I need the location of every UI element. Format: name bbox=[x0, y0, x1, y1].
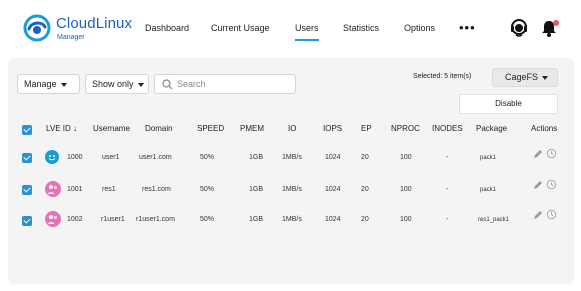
col-ep[interactable]: EP bbox=[361, 124, 372, 133]
cell-pmem: 1GB bbox=[249, 216, 264, 223]
cell-inodes: - bbox=[446, 154, 449, 161]
cell-lve-id: 1000 bbox=[67, 154, 83, 161]
col-username[interactable]: Username bbox=[93, 124, 130, 133]
cell-domain: user1.com bbox=[139, 154, 172, 161]
support-icon[interactable] bbox=[510, 18, 528, 38]
cell-domain: res1.com bbox=[142, 186, 171, 193]
manage-dropdown[interactable]: Manage bbox=[17, 74, 80, 94]
nav-statistics[interactable]: Statistics bbox=[343, 23, 379, 33]
edit-icon[interactable] bbox=[533, 210, 543, 220]
disable-menu-item[interactable]: Disable bbox=[459, 94, 558, 114]
cagefs-label: CageFS bbox=[505, 72, 539, 82]
edit-icon[interactable] bbox=[533, 149, 543, 159]
show-only-dropdown[interactable]: Show only bbox=[85, 74, 149, 94]
selected-count: Selected: 5 item(s) bbox=[413, 73, 472, 80]
user-avatar-icon bbox=[45, 150, 59, 164]
col-inodes[interactable]: INODES bbox=[432, 124, 463, 133]
cell-ep: 20 bbox=[361, 216, 369, 223]
cell-nproc: 100 bbox=[400, 216, 412, 223]
cell-pmem: 1GB bbox=[249, 154, 264, 161]
cell-username: res1 bbox=[102, 186, 116, 193]
cell-iops: 1024 bbox=[325, 154, 341, 161]
reseller-avatar-icon bbox=[45, 181, 61, 197]
history-icon[interactable] bbox=[546, 148, 557, 159]
nav-options[interactable]: Options bbox=[404, 23, 435, 33]
cell-package: pack1 bbox=[480, 187, 497, 193]
notification-badge bbox=[553, 20, 559, 26]
top-bar: CloudLinux Manager Dashboard Current Usa… bbox=[0, 0, 581, 58]
brand-name: CloudLinux bbox=[56, 15, 133, 32]
select-all-checkbox[interactable] bbox=[22, 125, 32, 135]
col-nproc[interactable]: NPROC bbox=[391, 124, 420, 133]
cell-pmem: 1GB bbox=[249, 186, 264, 193]
cell-iops: 1024 bbox=[325, 186, 341, 193]
row-checkbox[interactable] bbox=[22, 185, 32, 195]
search-input[interactable] bbox=[177, 77, 289, 91]
nav-dashboard[interactable]: Dashboard bbox=[145, 23, 189, 33]
manage-label: Manage bbox=[24, 79, 57, 89]
brand-subtitle: Manager bbox=[57, 34, 85, 41]
cell-lve-id: 1002 bbox=[67, 216, 83, 223]
cell-inodes: - bbox=[446, 186, 449, 193]
cloudlinux-logo[interactable]: CloudLinux Manager bbox=[22, 11, 132, 47]
cell-io: 1MB/s bbox=[282, 216, 302, 223]
more-menu-icon[interactable]: ••• bbox=[459, 20, 476, 35]
reseller-avatar-icon bbox=[45, 211, 61, 227]
search-icon bbox=[162, 79, 173, 90]
cell-speed: 50% bbox=[200, 186, 215, 193]
cell-io: 1MB/s bbox=[282, 154, 302, 161]
cell-domain: r1user1.com bbox=[136, 216, 175, 223]
nav-current-usage[interactable]: Current Usage bbox=[211, 23, 270, 33]
edit-icon[interactable] bbox=[533, 180, 543, 190]
cell-iops: 1024 bbox=[325, 216, 341, 223]
cell-username: user1 bbox=[102, 154, 120, 161]
cell-package: pack1 bbox=[480, 155, 497, 161]
col-actions: Actions bbox=[531, 124, 558, 133]
search-box[interactable] bbox=[154, 74, 296, 94]
nav-users[interactable]: Users bbox=[295, 23, 319, 41]
col-io[interactable]: IO bbox=[288, 124, 296, 133]
cell-ep: 20 bbox=[361, 186, 369, 193]
row-checkbox[interactable] bbox=[22, 153, 32, 163]
cell-username: r1user1 bbox=[101, 216, 125, 223]
cell-package: res1_pack1 bbox=[478, 217, 510, 223]
chevron-down-icon bbox=[60, 82, 67, 87]
cell-nproc: 100 bbox=[400, 154, 412, 161]
show-only-label: Show only bbox=[92, 79, 134, 89]
col-domain[interactable]: Domain bbox=[145, 124, 173, 133]
col-iops[interactable]: IOPS bbox=[323, 124, 342, 133]
cell-inodes: - bbox=[446, 216, 449, 223]
history-icon[interactable] bbox=[546, 179, 557, 190]
cagefs-dropdown[interactable]: CageFS bbox=[492, 68, 558, 87]
history-icon[interactable] bbox=[546, 209, 557, 220]
col-package[interactable]: Package bbox=[476, 124, 507, 133]
cell-io: 1MB/s bbox=[282, 186, 302, 193]
row-checkbox[interactable] bbox=[22, 216, 32, 226]
cell-speed: 50% bbox=[200, 216, 215, 223]
cell-speed: 50% bbox=[200, 154, 215, 161]
col-lve-id[interactable]: LVE ID ↓ bbox=[46, 124, 77, 133]
chevron-down-icon bbox=[137, 82, 144, 87]
cell-lve-id: 1001 bbox=[67, 186, 83, 193]
cell-nproc: 100 bbox=[400, 186, 412, 193]
cloudlinux-logo-icon bbox=[23, 14, 51, 42]
cell-ep: 20 bbox=[361, 154, 369, 161]
chevron-down-icon bbox=[542, 75, 549, 80]
col-speed[interactable]: SPEED bbox=[197, 124, 224, 133]
col-pmem[interactable]: PMEM bbox=[240, 124, 264, 133]
